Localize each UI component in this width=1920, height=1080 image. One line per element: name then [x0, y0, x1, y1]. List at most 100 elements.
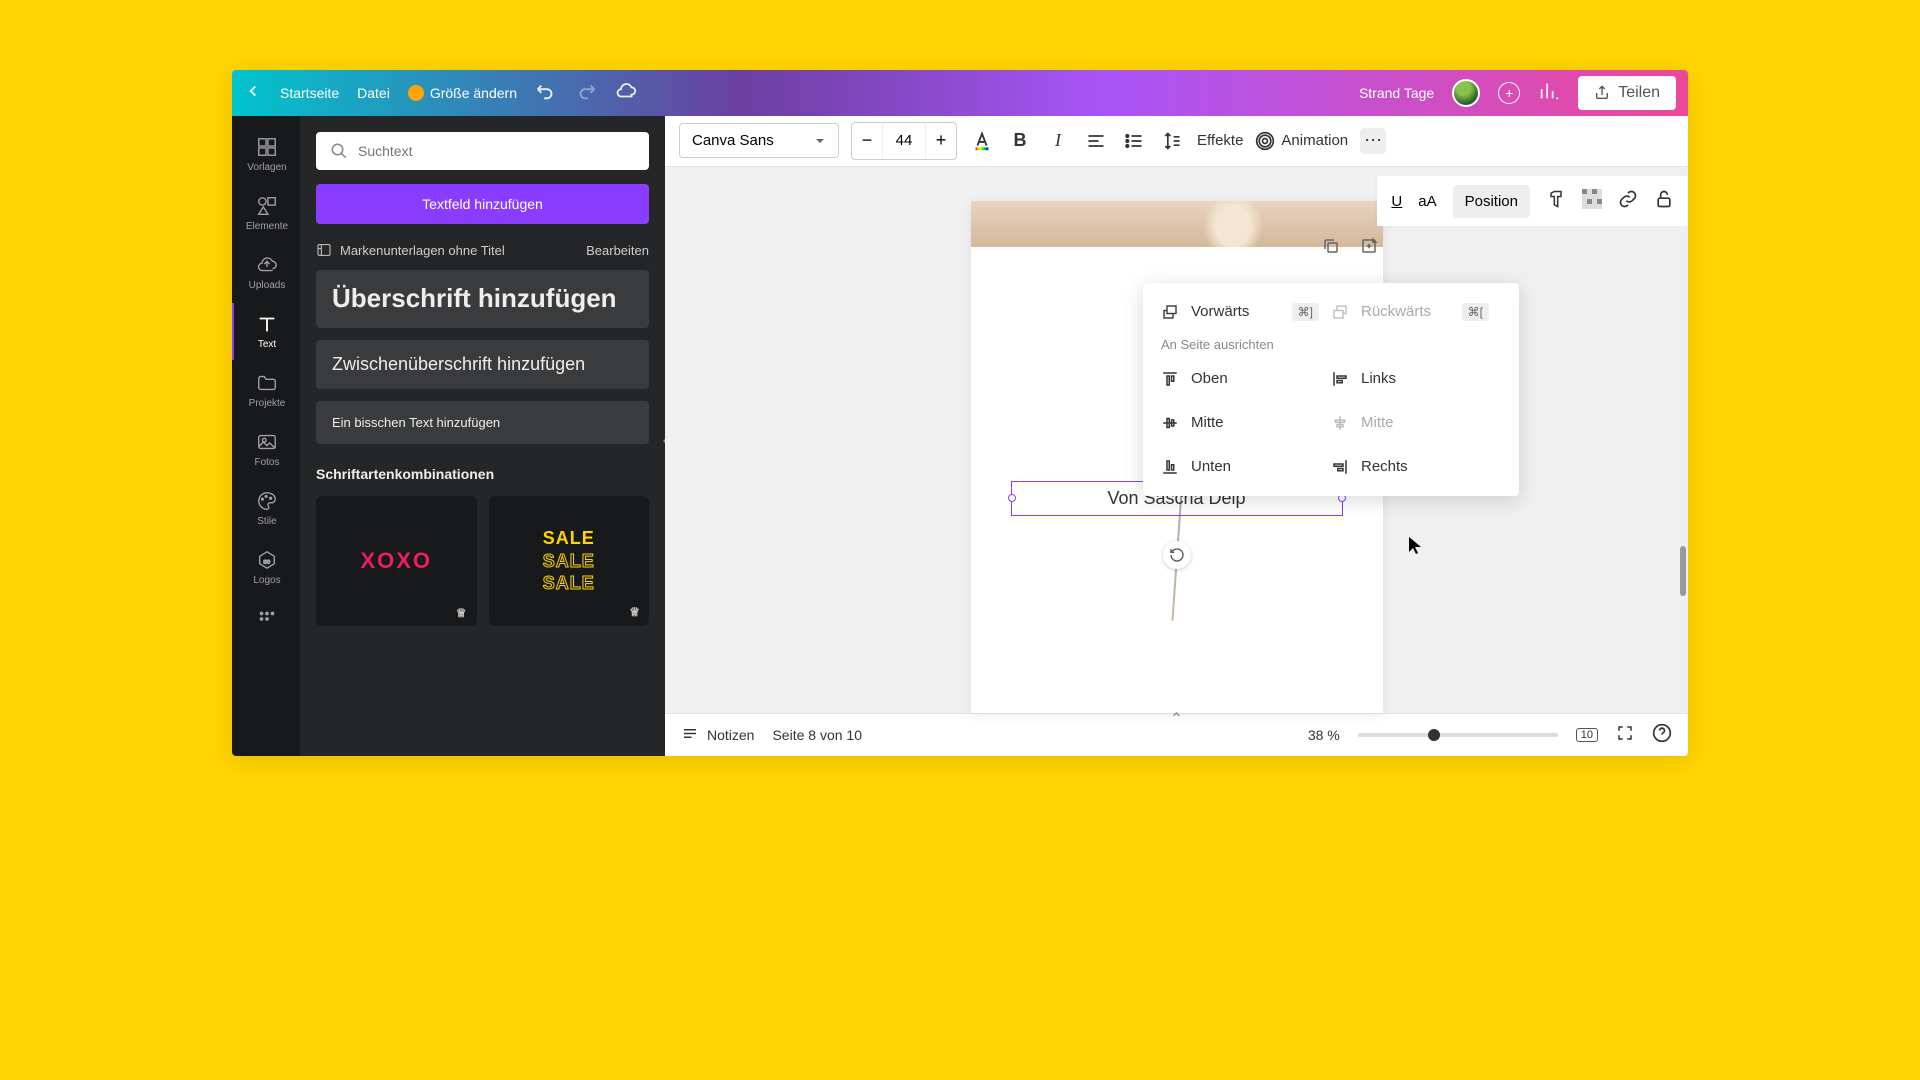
- transparency-button[interactable]: [1582, 189, 1602, 213]
- rail-photos[interactable]: Fotos: [232, 421, 300, 478]
- rail-elements[interactable]: Elemente: [232, 185, 300, 242]
- text-color-button[interactable]: [969, 128, 995, 154]
- underline-button[interactable]: U: [1391, 193, 1402, 210]
- style-copy-button[interactable]: [1546, 189, 1566, 213]
- bring-forward-button[interactable]: Vorwärts ⌘]: [1161, 297, 1331, 327]
- add-collaborator-button[interactable]: +: [1498, 82, 1520, 104]
- align-label: Links: [1361, 370, 1396, 387]
- notes-button[interactable]: Notizen: [681, 726, 754, 744]
- notes-label: Notizen: [707, 727, 754, 743]
- shortcut-key: ⌘[: [1462, 303, 1489, 321]
- user-avatar[interactable]: [1452, 79, 1480, 107]
- file-menu[interactable]: Datei: [357, 85, 390, 101]
- shortcut-key: ⌘]: [1292, 303, 1319, 321]
- zoom-value[interactable]: 38 %: [1308, 727, 1340, 743]
- bold-button[interactable]: B: [1007, 128, 1033, 154]
- align-label: Mitte: [1191, 414, 1224, 431]
- add-subheading-button[interactable]: Zwischenüberschrift hinzufügen: [316, 340, 649, 389]
- brand-docs-link[interactable]: Markenunterlagen ohne Titel: [316, 242, 505, 258]
- duplicate-page-icon[interactable]: [1322, 237, 1340, 260]
- more-options-button[interactable]: ⋯: [1360, 128, 1386, 154]
- vertical-scrollbar[interactable]: [1680, 546, 1686, 596]
- rail-projects[interactable]: Projekte: [232, 362, 300, 419]
- decrease-size-button[interactable]: −: [852, 123, 882, 159]
- align-bottom-icon: [1161, 458, 1179, 476]
- backward-label: Rückwärts: [1361, 303, 1431, 320]
- apps-icon: [256, 608, 278, 630]
- redo-icon[interactable]: [575, 80, 597, 107]
- position-button[interactable]: Position: [1453, 185, 1530, 218]
- expand-page-icon[interactable]: ⌃: [1170, 709, 1183, 729]
- add-textfield-button[interactable]: Textfeld hinzufügen: [316, 184, 649, 224]
- rail-label: Uploads: [249, 280, 286, 291]
- rail-label: Projekte: [249, 398, 286, 409]
- back-chevron-icon[interactable]: [244, 82, 262, 105]
- alignment-button[interactable]: [1083, 128, 1109, 154]
- share-button[interactable]: Teilen: [1578, 76, 1676, 110]
- effects-button[interactable]: Effekte: [1197, 132, 1243, 149]
- insights-icon[interactable]: [1538, 80, 1560, 107]
- add-heading-button[interactable]: Überschrift hinzufügen: [316, 270, 649, 328]
- link-button[interactable]: [1618, 189, 1638, 213]
- canvas-viewport[interactable]: Von Sascha Delp ⌃ Vorwärts ⌘]: [665, 167, 1688, 713]
- brand-icon: [316, 242, 332, 258]
- uppercase-button[interactable]: aA: [1418, 193, 1436, 210]
- list-button[interactable]: [1121, 128, 1147, 154]
- zoom-slider[interactable]: [1358, 733, 1558, 737]
- align-right-button[interactable]: Rechts: [1331, 452, 1501, 482]
- rail-label: Fotos: [254, 457, 279, 468]
- combo-preview: SALE: [543, 550, 595, 573]
- font-name: Canva Sans: [692, 132, 774, 149]
- page-image-placeholder: [971, 201, 1383, 247]
- resize-handle-left[interactable]: [1008, 494, 1016, 502]
- align-bottom-button[interactable]: Unten: [1161, 452, 1331, 482]
- align-label: Unten: [1191, 458, 1231, 475]
- search-input[interactable]: [316, 132, 649, 170]
- position-popup: Vorwärts ⌘] Rückwärts ⌘[ An Seite ausric…: [1143, 283, 1519, 496]
- align-left-icon: [1331, 370, 1349, 388]
- rail-uploads[interactable]: Uploads: [232, 244, 300, 301]
- search-field[interactable]: [358, 143, 635, 159]
- premium-crown-icon: ♕: [629, 605, 641, 620]
- font-family-select[interactable]: Canva Sans: [679, 123, 839, 158]
- resize-menu[interactable]: Größe ändern: [408, 85, 517, 101]
- font-combo-item[interactable]: SALE SALE SALE ♕: [489, 496, 650, 626]
- text-icon: [256, 313, 278, 335]
- align-top-button[interactable]: Oben: [1161, 364, 1331, 394]
- align-left-button[interactable]: Links: [1331, 364, 1501, 394]
- rail-text[interactable]: Text: [232, 303, 300, 360]
- undo-icon[interactable]: [535, 80, 557, 107]
- rail-label: Elemente: [246, 221, 288, 232]
- elements-icon: [256, 195, 278, 217]
- cloud-sync-icon[interactable]: [615, 80, 637, 107]
- rail-styles[interactable]: Stile: [232, 480, 300, 537]
- animation-icon: [1255, 131, 1275, 151]
- edit-brand-link[interactable]: Bearbeiten: [586, 243, 649, 258]
- font-size-stepper: − 44 +: [851, 122, 957, 160]
- rail-logos[interactable]: coLogos: [232, 539, 300, 596]
- italic-button[interactable]: I: [1045, 128, 1071, 154]
- templates-icon: [256, 136, 278, 158]
- page-count-badge[interactable]: 10: [1576, 728, 1598, 742]
- increase-size-button[interactable]: +: [926, 123, 956, 159]
- folder-icon: [256, 372, 278, 394]
- page-indicator[interactable]: Seite 8 von 10: [772, 727, 862, 743]
- align-middle-v-button[interactable]: Mitte: [1161, 408, 1331, 438]
- zoom-slider-knob[interactable]: [1428, 729, 1440, 741]
- project-name[interactable]: Strand Tage: [1359, 85, 1434, 101]
- fullscreen-button[interactable]: [1616, 724, 1634, 745]
- rail-templates[interactable]: Vorlagen: [232, 126, 300, 183]
- home-link[interactable]: Startseite: [280, 85, 339, 101]
- uploads-icon: [256, 254, 278, 276]
- add-body-text-button[interactable]: Ein bisschen Text hinzufügen: [316, 401, 649, 444]
- rail-label: Stile: [257, 516, 276, 527]
- spacing-button[interactable]: [1159, 128, 1185, 154]
- add-page-icon[interactable]: [1360, 237, 1378, 260]
- help-button[interactable]: [1652, 723, 1672, 746]
- font-size-value[interactable]: 44: [882, 123, 926, 159]
- animation-button[interactable]: Animation: [1255, 131, 1348, 151]
- rotate-handle[interactable]: [1163, 541, 1191, 569]
- font-combo-item[interactable]: XOXO♕: [316, 496, 477, 626]
- lock-button[interactable]: [1654, 189, 1674, 213]
- rail-more[interactable]: [232, 598, 300, 640]
